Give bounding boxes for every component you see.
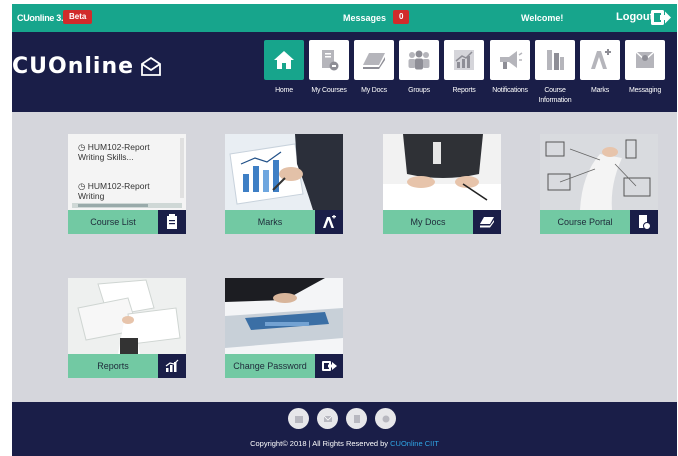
- nav-reports[interactable]: Reports: [442, 40, 486, 96]
- docs-icon: [363, 53, 385, 69]
- card-label[interactable]: My Docs: [383, 210, 473, 234]
- course-list-item[interactable]: ◷ HUM102-Report Writing: [78, 181, 178, 201]
- app-version: CUonline 3.0: [17, 13, 68, 23]
- card-change-password[interactable]: Change Password: [225, 278, 343, 378]
- copyright: Copyright© 2018 | All Rights Reserved by…: [250, 439, 439, 448]
- nav-notifications[interactable]: Notifications: [488, 40, 532, 96]
- nav-messaging[interactable]: Messaging: [623, 40, 667, 96]
- megaphone-icon: [500, 51, 523, 69]
- header: CUOnline Home My Courses My Docs Groups …: [12, 32, 677, 112]
- messaging-icon: [635, 51, 655, 68]
- nav-my-courses[interactable]: My Courses: [307, 40, 351, 96]
- cuonline-link[interactable]: CUOnline CIIT: [390, 439, 439, 448]
- logout-icon[interactable]: [651, 9, 671, 26]
- footer: Copyright© 2018 | All Rights Reserved by…: [12, 402, 677, 456]
- reports-icon[interactable]: [158, 354, 186, 378]
- nav-groups[interactable]: Groups: [397, 40, 441, 96]
- footer-home-icon[interactable]: [288, 408, 309, 429]
- footer-icons: [288, 408, 396, 429]
- footer-settings-icon[interactable]: [375, 408, 396, 429]
- home-icon: [274, 51, 294, 69]
- clipboard-icon[interactable]: [158, 210, 186, 234]
- marks-photo: [225, 134, 343, 210]
- course-portal-photo: [540, 134, 658, 210]
- course-list-scrollbox[interactable]: ◷ HUM102-Report Writing Skills... ◷ HUM1…: [68, 134, 186, 210]
- clock-icon: ◷: [78, 181, 88, 191]
- footer-email-icon[interactable]: [317, 408, 338, 429]
- reports-photo: [68, 278, 186, 354]
- nav-home[interactable]: Home: [262, 40, 306, 96]
- vertical-scrollbar[interactable]: [180, 138, 184, 198]
- welcome-text: Welcome!: [521, 13, 564, 23]
- marks-icon[interactable]: [315, 210, 343, 234]
- card-label[interactable]: Change Password: [225, 354, 315, 378]
- footer-docs-icon[interactable]: [346, 408, 367, 429]
- logout-icon[interactable]: [315, 354, 343, 378]
- graduation-envelope-icon: [141, 56, 161, 76]
- reports-icon: [454, 50, 474, 70]
- card-label[interactable]: Course List: [68, 210, 158, 234]
- course-list-item[interactable]: ◷ HUM102-Report Writing Skills...: [78, 142, 178, 162]
- courses-icon: [322, 50, 339, 71]
- card-my-docs[interactable]: My Docs: [383, 134, 501, 234]
- card-label[interactable]: Reports: [68, 354, 158, 378]
- beta-badge: Beta: [63, 10, 93, 24]
- card-course-list[interactable]: ◷ HUM102-Report Writing Skills... ◷ HUM1…: [68, 134, 186, 234]
- my-docs-photo: [383, 134, 501, 210]
- nav-marks[interactable]: Marks: [578, 40, 622, 96]
- card-marks[interactable]: Marks: [225, 134, 343, 234]
- card-course-portal[interactable]: Course Portal: [540, 134, 658, 234]
- card-label[interactable]: Course Portal: [540, 210, 630, 234]
- card-label[interactable]: Marks: [225, 210, 315, 234]
- scrollbar-thumb[interactable]: [78, 204, 148, 207]
- logo[interactable]: CUOnline: [12, 54, 134, 79]
- groups-icon: [408, 50, 430, 70]
- messages-count-badge[interactable]: 0: [393, 10, 410, 24]
- messages-link[interactable]: Messages: [343, 13, 386, 23]
- change-password-photo: [225, 278, 343, 354]
- card-reports[interactable]: Reports: [68, 278, 186, 378]
- marks-icon: [591, 49, 611, 69]
- portal-icon[interactable]: [630, 210, 658, 234]
- nav-course-information[interactable]: Course Information: [533, 40, 577, 106]
- docs-icon[interactable]: [473, 210, 501, 234]
- dashboard: ◷ HUM102-Report Writing Skills... ◷ HUM1…: [12, 112, 677, 402]
- clock-icon: ◷: [78, 142, 88, 152]
- nav-my-docs[interactable]: My Docs: [352, 40, 396, 96]
- logout-link[interactable]: Logout: [616, 11, 653, 23]
- top-bar: CUonline 3.0 Beta Messages 0 Welcome! Lo…: [12, 4, 677, 32]
- info-icon: [547, 50, 564, 70]
